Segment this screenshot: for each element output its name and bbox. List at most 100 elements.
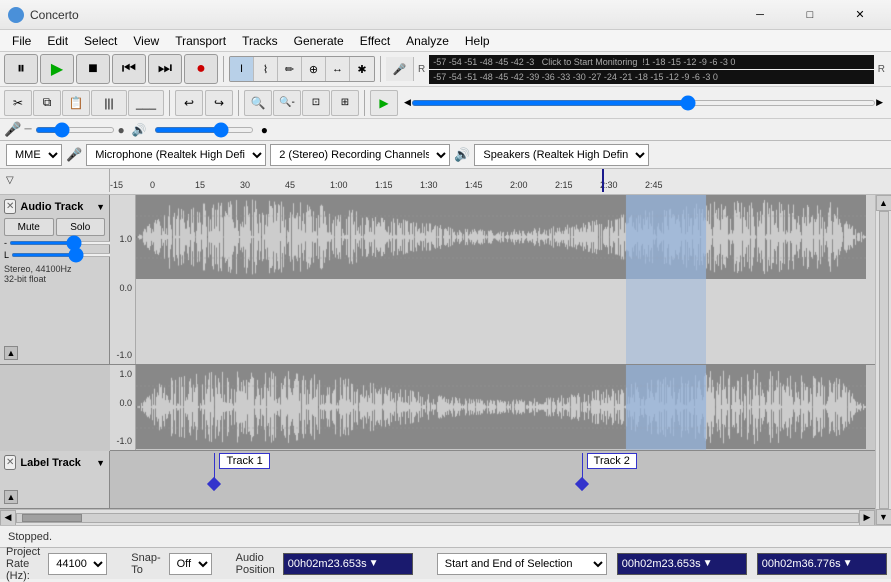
label-diamond-1 xyxy=(207,477,221,491)
copy-btn[interactable]: ⧉ xyxy=(33,90,61,116)
ruler-left-pad: ▽ xyxy=(0,169,110,192)
track-scrollable-area: ✕ Audio Track ▼ Mute Solo - + L xyxy=(0,195,891,525)
bottom-bar: Project Rate (Hz): 44100 Snap-To Off On … xyxy=(0,547,891,579)
solo-button[interactable]: Solo xyxy=(56,218,106,236)
close-button[interactable]: ✕ xyxy=(837,5,883,25)
timeline-ruler: ▽ -15 0 15 30 45 1:00 1:15 1:30 1:45 2:0… xyxy=(0,169,891,195)
gain-max-label: ● xyxy=(118,123,125,137)
menu-help[interactable]: Help xyxy=(457,32,498,50)
label-track-collapse[interactable]: ▲ xyxy=(4,490,18,504)
pan-row: L R xyxy=(4,250,105,260)
audio-track-dropdown[interactable]: ▼ xyxy=(96,202,105,212)
label-track-dropdown[interactable]: ▼ xyxy=(96,458,105,468)
selection-tool[interactable]: I xyxy=(230,57,254,81)
audio-track-controls: ✕ Audio Track ▼ Mute Solo - + L xyxy=(0,195,110,364)
menu-transport[interactable]: Transport xyxy=(167,32,234,50)
paste-btn[interactable]: 📋 xyxy=(62,90,90,116)
menu-edit[interactable]: Edit xyxy=(39,32,76,50)
timeshift-tool[interactable]: ↔ xyxy=(326,57,350,81)
rewind-button[interactable]: ⏮ xyxy=(112,54,146,84)
audio-track-collapse[interactable]: ▲ xyxy=(4,346,18,360)
selection-end-value: 00h02m36.776s xyxy=(762,558,841,570)
scale-mid-top: 0.0 xyxy=(110,280,135,296)
tools-group: I ⌇ ✏ ⊕ ↔ ✱ xyxy=(229,56,375,82)
v-scroll-track[interactable] xyxy=(879,211,889,509)
waveform-area-top[interactable] xyxy=(136,195,875,364)
project-rate-label: Project Rate (Hz): xyxy=(6,546,40,582)
audio-track-header: ✕ Audio Track ▼ xyxy=(4,199,105,214)
scroll-up-arrow[interactable]: ▲ xyxy=(876,195,891,211)
trim-btn[interactable]: ||| xyxy=(91,90,127,116)
menu-effect[interactable]: Effect xyxy=(352,32,398,50)
ruler-mark-45: 45 xyxy=(285,180,295,190)
gain-minus: - xyxy=(4,238,7,248)
audio-pos-dropdown-arrow[interactable]: ▼ xyxy=(369,558,379,569)
selection-start-display[interactable]: 00h02m23.653s ▼ xyxy=(617,553,747,575)
menu-tracks[interactable]: Tracks xyxy=(234,32,286,50)
scroll-down-arrow[interactable]: ▼ xyxy=(876,509,891,525)
scale-bot-top: -1.0 xyxy=(110,296,135,365)
multi-tool[interactable]: ✱ xyxy=(350,57,374,81)
play-button[interactable]: ▶ xyxy=(40,54,74,84)
vu-r-label-in: R xyxy=(416,64,427,75)
label-track-area[interactable]: Track 1 Track 2 xyxy=(110,451,875,508)
selection-mode-select[interactable]: Start and End of Selection Start and Len… xyxy=(437,553,607,575)
vu-meters-in: -57 -54 -51 -48 -45 -42 -3 Click to Star… xyxy=(429,55,874,84)
vu-input-bar[interactable]: -57 -54 -51 -48 -45 -42 -3 Click to Star… xyxy=(429,55,874,69)
scroll-left-arrow[interactable]: ◀ xyxy=(0,510,16,526)
cut-btn[interactable]: ✂ xyxy=(4,90,32,116)
forward-button[interactable]: ⏭ xyxy=(148,54,182,84)
vu-output-bar: -57 -54 -51 -48 -45 -42 -39 -36 -33 -30 … xyxy=(429,70,874,84)
menu-analyze[interactable]: Analyze xyxy=(398,32,457,50)
snap-to-select[interactable]: Off On xyxy=(169,553,212,575)
sel-end-dropdown-arrow[interactable]: ▼ xyxy=(843,558,853,569)
ruler-mark-245: 2:45 xyxy=(645,180,663,190)
envelope-tool[interactable]: ⌇ xyxy=(254,57,278,81)
zoom-tool[interactable]: ⊕ xyxy=(302,57,326,81)
ruler-mark-215: 2:15 xyxy=(555,180,573,190)
project-rate-select[interactable]: 44100 xyxy=(48,553,107,575)
ruler-mark-115: 1:15 xyxy=(375,180,393,190)
label-text-2[interactable]: Track 2 xyxy=(587,453,637,469)
input-gain-slider[interactable] xyxy=(35,127,115,133)
separator-2 xyxy=(380,56,381,82)
minimize-button[interactable]: ─ xyxy=(737,5,783,25)
menu-file[interactable]: File xyxy=(4,32,39,50)
pause-button[interactable]: ⏸ xyxy=(4,54,38,84)
label-track-close[interactable]: ✕ xyxy=(4,455,16,470)
audio-host-select[interactable]: MME xyxy=(6,144,62,166)
mic-button[interactable]: 🎤 xyxy=(386,57,414,81)
main-layout: ▽ -15 0 15 30 45 1:00 1:15 1:30 1:45 2:0… xyxy=(0,169,891,525)
mic-device-icon: 🎤 xyxy=(66,147,82,163)
audio-position-display[interactable]: 00h02m23.653s ▼ xyxy=(283,553,413,575)
ruler-mark-200: 2:00 xyxy=(510,180,528,190)
status-bar: Stopped. xyxy=(0,525,891,547)
ruler-mark-15: 15 xyxy=(195,180,205,190)
separator-1 xyxy=(223,56,224,82)
sel-start-dropdown-arrow[interactable]: ▼ xyxy=(703,558,713,569)
record-button[interactable]: ● xyxy=(184,54,218,84)
maximize-button[interactable]: □ xyxy=(787,5,833,25)
menu-view[interactable]: View xyxy=(125,32,167,50)
ruler-mark-145: 1:45 xyxy=(465,180,483,190)
gain-min-label: ─ xyxy=(24,124,31,135)
audio-position-label: Audio Position xyxy=(236,552,275,576)
ruler-mark-30: 30 xyxy=(240,180,250,190)
selection-end-display[interactable]: 00h02m36.776s ▼ xyxy=(757,553,887,575)
app-icon xyxy=(8,7,24,23)
ruler-mark-0: 0 xyxy=(150,180,155,190)
label-text-1[interactable]: Track 1 xyxy=(219,453,269,469)
h-scroll-track[interactable] xyxy=(16,513,859,523)
audio-track-close[interactable]: ✕ xyxy=(4,199,16,214)
mute-button[interactable]: Mute xyxy=(4,218,54,236)
menu-bar: File Edit Select View Transport Tracks G… xyxy=(0,30,891,52)
h-scroll-thumb[interactable] xyxy=(22,514,82,522)
menu-generate[interactable]: Generate xyxy=(286,32,352,50)
draw-tool[interactable]: ✏ xyxy=(278,57,302,81)
label-track-controls: ✕ Label Track ▼ ▲ xyxy=(0,451,110,508)
waveform-area-ch2[interactable] xyxy=(136,365,875,450)
stop-button[interactable]: ■ xyxy=(76,54,110,84)
scroll-right-arrow[interactable]: ▶ xyxy=(859,510,875,526)
menu-select[interactable]: Select xyxy=(76,32,125,50)
waveform-canvas-ch1 xyxy=(136,195,866,279)
